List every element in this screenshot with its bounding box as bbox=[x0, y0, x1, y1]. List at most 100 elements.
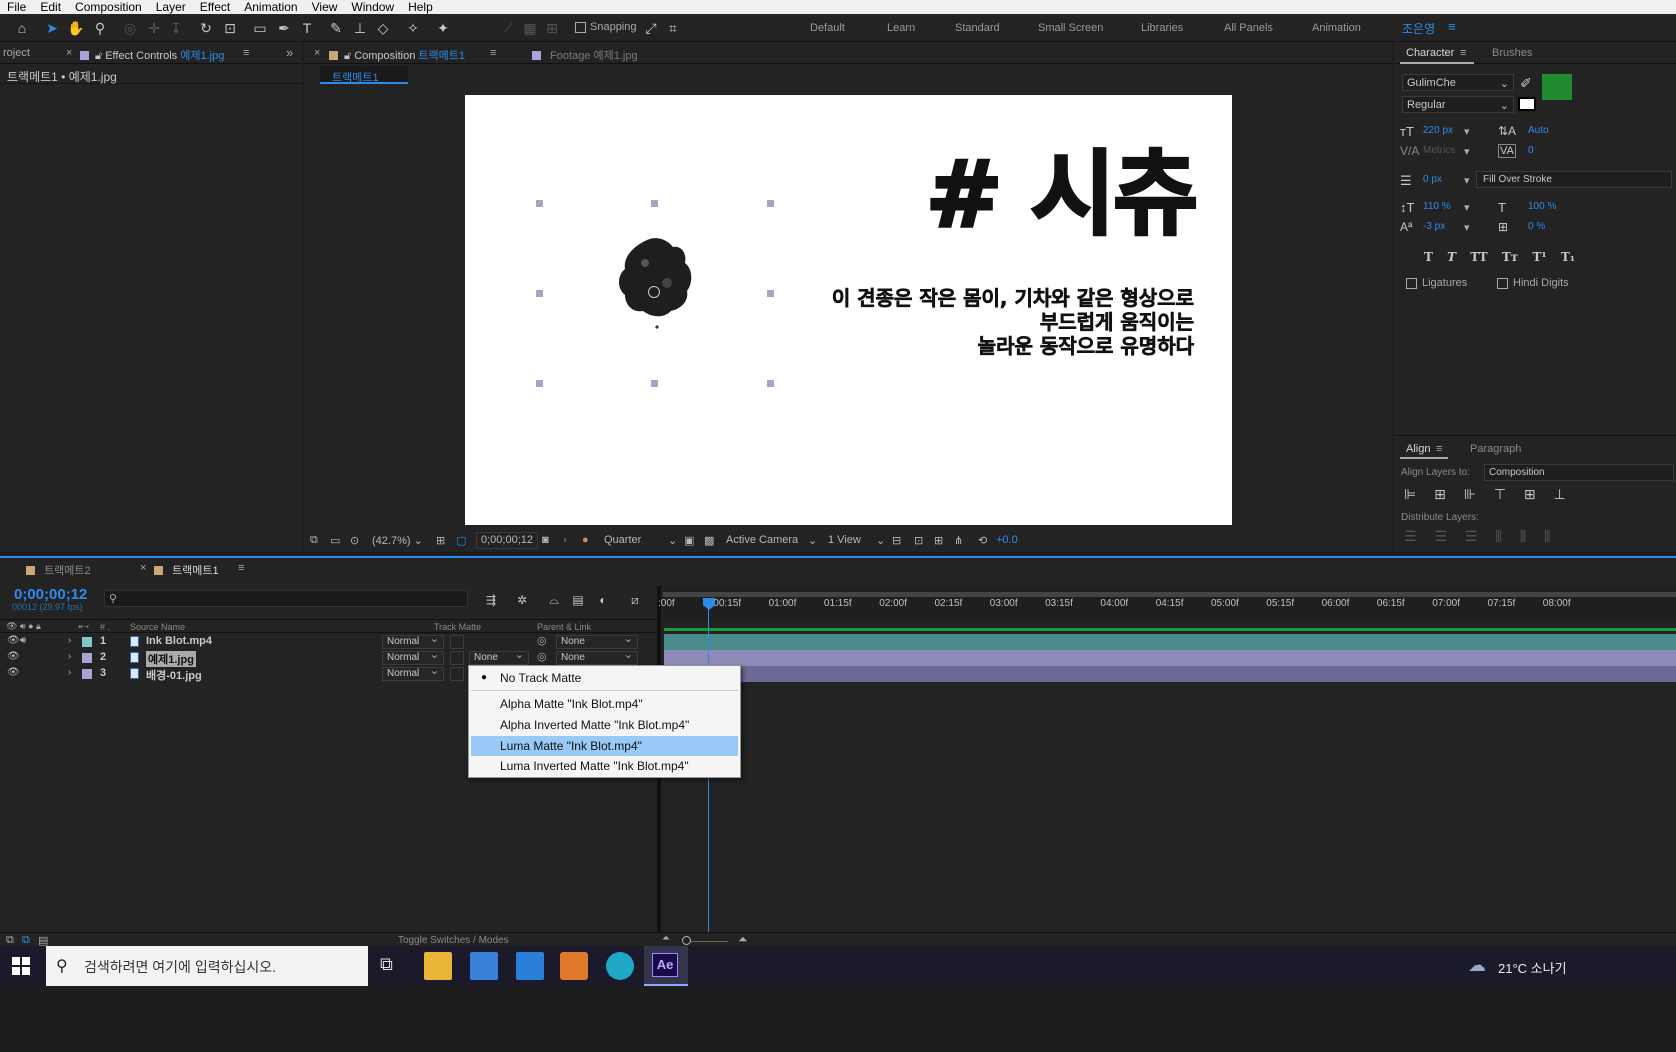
monitor-icon[interactable]: ▭ bbox=[330, 534, 340, 547]
panel-menu-icon[interactable]: ≡ bbox=[243, 47, 249, 59]
workspace-default[interactable]: Default bbox=[810, 22, 845, 34]
mail-icon[interactable] bbox=[516, 952, 544, 980]
font-style-select[interactable]: Regular ⌄ bbox=[1402, 96, 1514, 113]
distribute-bottom-icon[interactable]: ☰ bbox=[1465, 528, 1478, 544]
snapping-checkbox[interactable] bbox=[575, 22, 586, 33]
parent-select[interactable]: None bbox=[556, 649, 638, 665]
visibility-eye-icon[interactable]: 👁︎ bbox=[7, 635, 20, 646]
frame-blending-icon[interactable]: ▤ bbox=[568, 590, 588, 610]
workspace-menu-icon[interactable]: ≡ bbox=[1448, 19, 1456, 34]
panel-menu-icon[interactable]: ≡ bbox=[1436, 443, 1442, 455]
pen-tool-icon[interactable]: ✒ bbox=[274, 18, 294, 38]
col-track-matte[interactable]: Track Matte bbox=[434, 622, 481, 632]
blend-mode-select[interactable]: Normal bbox=[382, 633, 444, 649]
current-timecode[interactable]: 0;00;00;12 bbox=[14, 586, 87, 603]
menu-edit[interactable]: Edit bbox=[33, 0, 68, 14]
menu-composition[interactable]: Composition bbox=[68, 0, 149, 14]
menu-item-luma-inverted-matte[interactable]: Luma Inverted Matte "Ink Blot.mp4" bbox=[471, 756, 738, 776]
work-area-bar[interactable] bbox=[663, 592, 1676, 597]
layer-source-name[interactable]: 배경-01.jpg bbox=[146, 667, 202, 683]
track-bar-layer-2[interactable] bbox=[664, 650, 1676, 666]
microsoft-store-icon[interactable] bbox=[470, 952, 498, 980]
puppet-tool-icon[interactable]: ✦ bbox=[433, 18, 453, 38]
workspace-animation[interactable]: Animation bbox=[1312, 22, 1361, 34]
reset-exposure-icon[interactable]: ⟲ bbox=[978, 534, 987, 547]
align-left-icon[interactable]: ⊫ bbox=[1404, 486, 1416, 502]
close-icon[interactable]: × bbox=[66, 47, 72, 59]
region-of-interest-icon[interactable]: ▣ bbox=[684, 534, 694, 547]
camera-dropdown[interactable]: Active Camera ⌄ bbox=[726, 534, 818, 547]
timeline-icon[interactable]: ⊞ bbox=[934, 534, 943, 547]
tsume-value[interactable]: 0 % bbox=[1528, 221, 1545, 232]
home-icon[interactable]: ⌂ bbox=[12, 18, 32, 38]
tab-character[interactable]: Character bbox=[1406, 47, 1454, 59]
distribute-hcenter-icon[interactable]: ⫼ bbox=[1520, 528, 1526, 544]
orbit-camera-icon[interactable]: ◎ bbox=[120, 18, 140, 38]
lock-icon[interactable]: 🔓︎ bbox=[95, 50, 102, 62]
panel-menu-icon[interactable]: ≡ bbox=[238, 562, 244, 574]
preserve-transparency-toggle[interactable] bbox=[450, 667, 464, 681]
col-source-name[interactable]: Source Name bbox=[130, 622, 185, 632]
vertical-scale-value[interactable]: 110 % bbox=[1423, 201, 1451, 212]
align-right-icon[interactable]: ⊪ bbox=[1464, 486, 1476, 502]
chevron-down-icon[interactable]: ▾ bbox=[1464, 125, 1470, 138]
menu-item-no-track-matte[interactable]: ● No Track Matte bbox=[471, 668, 738, 688]
zoom-dropdown[interactable]: (42.7%) ⌄ bbox=[372, 534, 423, 547]
label-color-swatch[interactable] bbox=[82, 653, 92, 663]
stroke-color-swatch[interactable] bbox=[1518, 97, 1536, 111]
menu-help[interactable]: Help bbox=[401, 0, 440, 14]
comp-mini-flowchart-icon[interactable]: ⇶ bbox=[481, 590, 501, 610]
brush-tool-icon[interactable]: ✎ bbox=[326, 18, 346, 38]
draft-3d-icon[interactable]: ✲ bbox=[512, 590, 532, 610]
distribute-left-icon[interactable]: ⫼ bbox=[1495, 528, 1501, 544]
stroke-mode-select[interactable]: Fill Over Stroke bbox=[1476, 171, 1672, 188]
workspace-standard[interactable]: Standard bbox=[955, 22, 1000, 34]
weather-text[interactable]: 21°C 소나기 bbox=[1498, 958, 1567, 977]
menu-item-alpha-inverted-matte[interactable]: Alpha Inverted Matte "Ink Blot.mp4" bbox=[471, 715, 738, 735]
hand-tool-icon[interactable]: ✋ bbox=[66, 18, 86, 38]
tab-comp-2[interactable]: 트랙메트2 bbox=[26, 562, 91, 578]
chevron-down-icon[interactable]: ▾ bbox=[1464, 174, 1470, 187]
workspace-learn[interactable]: Learn bbox=[887, 22, 915, 34]
zoom-slider-knob[interactable] bbox=[682, 936, 691, 945]
hindi-digits-checkbox[interactable] bbox=[1497, 278, 1508, 289]
table-row[interactable]: 👁︎ › 2 예제1.jpg Normal None ◎ None bbox=[0, 649, 658, 667]
tab-project[interactable]: roject bbox=[3, 47, 30, 59]
workspace-user[interactable]: 조은영 bbox=[1402, 20, 1435, 37]
tab-align[interactable]: Align bbox=[1406, 443, 1430, 455]
tab-paragraph[interactable]: Paragraph bbox=[1470, 443, 1521, 455]
always-preview-icon[interactable]: ⧉ bbox=[310, 534, 318, 547]
chevron-down-icon[interactable]: ▾ bbox=[1464, 221, 1470, 234]
workspace-all-panels[interactable]: All Panels bbox=[1224, 22, 1273, 34]
snapshot-icon[interactable]: ◙ bbox=[542, 534, 549, 546]
horizontal-scale-value[interactable]: 100 % bbox=[1528, 201, 1556, 212]
task-view-icon[interactable]: ⧉ bbox=[380, 954, 393, 975]
channel-icon[interactable]: ● bbox=[582, 534, 589, 546]
transform-handle[interactable] bbox=[767, 380, 774, 387]
menu-animation[interactable]: Animation bbox=[237, 0, 304, 14]
align-hcenter-icon[interactable]: ⊞ bbox=[1434, 486, 1446, 502]
clone-stamp-icon[interactable]: ⊥ bbox=[350, 18, 370, 38]
layer-source-name[interactable]: 예제1.jpg bbox=[146, 651, 196, 667]
track-bar-layer-3[interactable] bbox=[664, 666, 1676, 682]
grid-icon[interactable]: ⊞ bbox=[436, 534, 445, 547]
chevron-down-icon[interactable]: ▾ bbox=[1464, 145, 1470, 158]
toggle-switches-modes[interactable]: Toggle Switches / Modes bbox=[398, 935, 509, 946]
align-to-select[interactable]: Composition bbox=[1484, 464, 1674, 481]
view-axis-icon[interactable]: ⊞ bbox=[542, 18, 562, 38]
rectangle-tool-icon[interactable]: ▭ bbox=[250, 18, 270, 38]
align-vcenter-icon[interactable]: ⊞ bbox=[1524, 486, 1536, 502]
expand-chevron-icon[interactable]: › bbox=[68, 635, 71, 646]
weather-icon[interactable]: ☁ bbox=[1468, 955, 1486, 976]
anchor-tool-icon[interactable]: ⊡ bbox=[220, 18, 240, 38]
zoom-tool-icon[interactable]: ⚲ bbox=[90, 18, 110, 38]
show-snapshot-icon[interactable]: ◗ bbox=[562, 534, 569, 546]
pan-camera-icon[interactable]: ✛ bbox=[144, 18, 164, 38]
snap-points-icon[interactable]: ⌗ bbox=[663, 18, 683, 38]
faux-bold-icon[interactable]: T bbox=[1424, 250, 1433, 264]
transform-handle[interactable] bbox=[536, 380, 543, 387]
leading-value[interactable]: Auto bbox=[1528, 125, 1549, 136]
table-row[interactable]: 👁︎ 🔊︎ › 1 Ink Blot.mp4 Normal ◎ None bbox=[0, 633, 658, 650]
audio-icon[interactable]: 🔊︎ bbox=[20, 635, 26, 646]
panel-menu-icon[interactable]: ≡ bbox=[490, 47, 496, 59]
